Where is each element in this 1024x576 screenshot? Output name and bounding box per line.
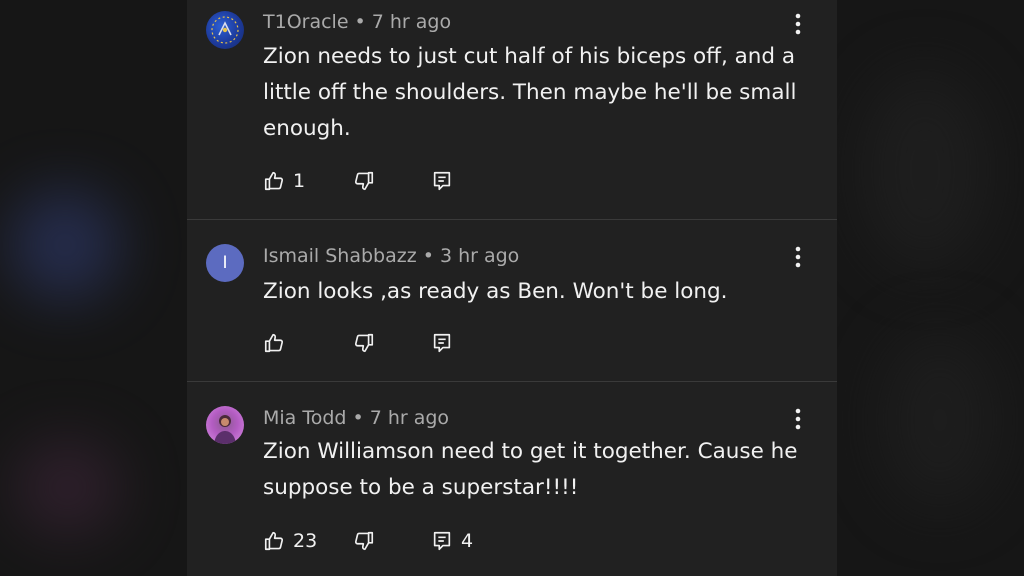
- comment-meta: Mia Todd • 7 hr ago: [263, 407, 449, 429]
- blur-spot: [10, 190, 120, 300]
- thumb-up-icon: [264, 171, 284, 191]
- more-vert-icon: [795, 408, 801, 430]
- avatar-letter: I: [222, 253, 228, 273]
- comment-item: T1Oracle • 7 hr ago Zion needs to just cut…: [187, 0, 837, 219]
- avatar[interactable]: I: [206, 244, 244, 282]
- reply-button[interactable]: [431, 328, 461, 358]
- reply-button[interactable]: [431, 166, 461, 196]
- blur-spot: [880, 330, 1000, 510]
- comment-text: Zion Williamson need to get it together.…: [263, 439, 798, 500]
- meta-separator: •: [354, 11, 366, 33]
- comment-actions: 23 4: [263, 526, 663, 556]
- comment-item: Mia Todd • 7 hr ago Zion Williamson need t…: [187, 382, 837, 576]
- reply-comment-icon: [433, 333, 451, 353]
- comment-actions: 1: [263, 166, 663, 196]
- like-button[interactable]: [263, 328, 293, 358]
- like-count: 23: [293, 530, 318, 552]
- comments-panel: T1Oracle • 7 hr ago Zion needs to just cut…: [187, 0, 837, 576]
- reply-count: 4: [461, 530, 474, 552]
- like-button[interactable]: 1: [263, 166, 305, 196]
- reply-button[interactable]: 4: [431, 526, 473, 556]
- thumb-up-icon: [264, 531, 284, 551]
- meta-separator: •: [352, 407, 364, 429]
- dislike-button[interactable]: [353, 328, 375, 358]
- more-options-button[interactable]: [785, 406, 811, 432]
- comment-meta: T1Oracle • 7 hr ago: [263, 11, 451, 33]
- more-vert-icon: [795, 246, 801, 268]
- blur-spot: [15, 440, 120, 535]
- meta-separator: •: [422, 245, 434, 267]
- author-name[interactable]: Ismail Shabbazz: [263, 245, 417, 267]
- more-options-button[interactable]: [785, 244, 811, 270]
- blur-spot: [860, 70, 990, 270]
- thumb-down-icon: [354, 171, 374, 191]
- dislike-button[interactable]: [353, 166, 375, 196]
- thumb-down-icon: [354, 531, 374, 551]
- photo-icon: [214, 415, 236, 444]
- comment-text: Zion looks ,as ready as Ben. Won't be lo…: [263, 279, 728, 304]
- comment-time[interactable]: 7 hr ago: [372, 11, 451, 33]
- thumb-down-icon: [354, 333, 374, 353]
- author-name[interactable]: T1Oracle: [263, 11, 349, 33]
- comment-actions: [263, 328, 663, 358]
- more-options-button[interactable]: [785, 11, 811, 37]
- author-name[interactable]: Mia Todd: [263, 407, 346, 429]
- more-vert-icon: [795, 13, 801, 35]
- avatar[interactable]: [206, 11, 244, 49]
- globe-icon: [211, 16, 239, 44]
- comment-meta: Ismail Shabbazz • 3 hr ago: [263, 245, 519, 267]
- comment-item: I Ismail Shabbazz • 3 hr ago Zion looks ,a…: [187, 220, 837, 381]
- comment-text: Zion needs to just cut half of his bicep…: [263, 44, 797, 141]
- reply-comment-icon: [433, 531, 451, 551]
- reply-comment-icon: [433, 171, 451, 191]
- avatar[interactable]: [206, 406, 244, 444]
- comment-time[interactable]: 3 hr ago: [440, 245, 519, 267]
- dislike-button[interactable]: [353, 526, 375, 556]
- comment-time[interactable]: 7 hr ago: [370, 407, 449, 429]
- thumb-up-icon: [264, 333, 284, 353]
- like-count: 1: [293, 170, 306, 192]
- like-button[interactable]: 23: [263, 526, 317, 556]
